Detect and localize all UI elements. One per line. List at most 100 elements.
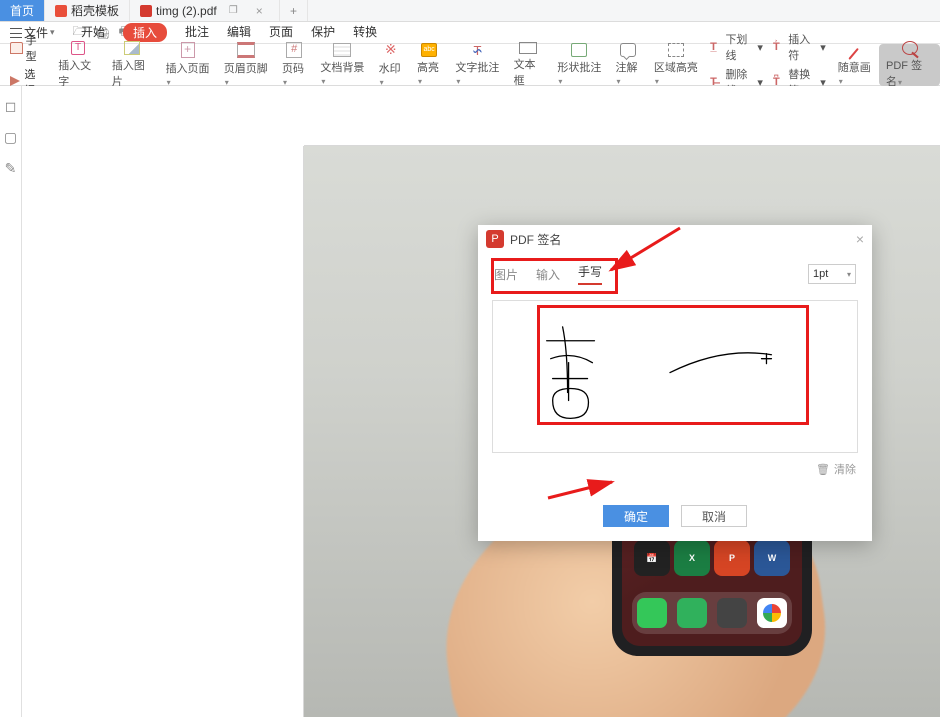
- app-word-icon: W: [754, 540, 790, 576]
- tab-template[interactable]: 稻壳模板: [45, 0, 130, 21]
- app-chrome-icon: [757, 598, 787, 628]
- freehand-button[interactable]: 随意画▾: [831, 44, 879, 86]
- sign-tab-image[interactable]: 图片: [494, 266, 518, 283]
- plus-icon: +: [290, 4, 297, 18]
- page-number-button[interactable]: 页码▾: [275, 44, 313, 86]
- area-highlight-label: 区域高亮: [654, 62, 698, 74]
- pdf-sign-label: PDF 签名: [886, 60, 922, 88]
- watermark-icon: ※: [381, 41, 401, 58]
- shape-annotate-button[interactable]: 形状批注 ▾: [550, 44, 608, 86]
- app-camera-icon: [717, 598, 747, 628]
- textbox-icon: [519, 42, 537, 54]
- highlight-label: 高亮: [417, 62, 439, 74]
- cancel-button[interactable]: 取消: [681, 505, 747, 527]
- text-icon: [71, 41, 85, 55]
- header-footer-icon: [237, 42, 255, 58]
- tab-home[interactable]: 首页: [0, 0, 45, 21]
- sign-tab-hand[interactable]: 手写: [578, 263, 602, 285]
- insert-char-button[interactable]: T͐插入符▾: [773, 31, 826, 63]
- text-annotate-label: 文字批注: [455, 62, 499, 74]
- dialog-titlebar[interactable]: P PDF 签名 ×: [478, 225, 872, 253]
- dock-draw-icon[interactable]: ✎: [5, 160, 17, 177]
- freehand-label: 随意画: [838, 62, 871, 74]
- highlight-button[interactable]: 高亮 ▾: [410, 44, 448, 86]
- dock-page-icon[interactable]: ▢: [4, 129, 17, 146]
- caret-icon: ▾: [847, 270, 851, 279]
- signature-canvas[interactable]: [492, 300, 858, 453]
- underline-button[interactable]: T̲下划线▾: [710, 31, 763, 63]
- watermark-label: 水印: [379, 63, 401, 75]
- tab-home-label: 首页: [10, 2, 34, 19]
- shape-icon: [571, 43, 587, 57]
- app-calendar-icon: 📅: [634, 540, 670, 576]
- line-width-select[interactable]: 1pt ▾: [808, 264, 856, 284]
- doc-bg-button[interactable]: 文档背景 ▾: [313, 44, 371, 86]
- tab-new[interactable]: +: [280, 0, 308, 21]
- signature-icon: [902, 41, 918, 55]
- ribbon-tab-protect[interactable]: 保护: [311, 23, 335, 42]
- tab-restore-icon[interactable]: ❐: [229, 5, 238, 16]
- insert-text-label: 插入文字: [58, 57, 98, 89]
- doc-icon: [55, 5, 67, 17]
- tab-template-label: 稻壳模板: [71, 2, 119, 19]
- caret-icon: ▾: [558, 77, 562, 86]
- app-powerpoint-icon: P: [714, 540, 750, 576]
- area-highlight-button[interactable]: 区域高亮 ▾: [647, 44, 705, 86]
- clear-signature[interactable]: 🗑 清除: [492, 457, 858, 481]
- ok-button[interactable]: 确定: [603, 505, 669, 527]
- ribbon-tab-edit[interactable]: 编辑: [227, 23, 251, 42]
- side-dock: ◻ ▢ ✎: [0, 86, 22, 717]
- note-button[interactable]: 注解▾: [609, 44, 647, 86]
- shape-annotate-label: 形状批注: [557, 62, 601, 74]
- caret-icon: ▾: [456, 77, 460, 86]
- insert-image-label: 插入图片: [112, 57, 152, 89]
- ok-label: 确定: [624, 508, 648, 525]
- dialog-close-icon[interactable]: ×: [856, 231, 864, 247]
- watermark-button[interactable]: ※ 水印▾: [372, 44, 410, 86]
- dock-bookmark-icon[interactable]: ◻: [5, 98, 17, 115]
- tab-close-icon[interactable]: ×: [256, 4, 263, 18]
- header-footer-button[interactable]: 页眉页脚▾: [217, 44, 275, 86]
- image-icon: [124, 41, 140, 55]
- text-annotate-button[interactable]: 文字批注 ▾: [448, 44, 506, 86]
- cancel-label: 取消: [702, 508, 726, 525]
- tab-file[interactable]: timg (2).pdf ❐ ×: [130, 0, 280, 21]
- page-plus-icon: [181, 42, 195, 58]
- sign-tab-input[interactable]: 输入: [536, 266, 560, 283]
- dialog-title: PDF 签名: [510, 231, 561, 248]
- textbox-button[interactable]: 文本框: [507, 44, 551, 86]
- underline-icon: T̲: [710, 41, 722, 53]
- ribbon-tab-insert[interactable]: 插入: [123, 23, 167, 42]
- ribbon-tab-annotate[interactable]: 批注: [185, 23, 209, 42]
- caret-icon: ▾: [617, 77, 621, 86]
- app-messages-icon: [637, 598, 667, 628]
- caret-icon: ▾: [321, 77, 325, 86]
- caret-icon: ▾: [820, 41, 826, 54]
- text-annotate-icon: [470, 43, 484, 57]
- insert-text-button[interactable]: 插入文字: [51, 44, 105, 86]
- app-phone-icon: [677, 598, 707, 628]
- insert-image-button[interactable]: 插入图片: [105, 44, 159, 86]
- area-highlight-icon: [668, 43, 684, 57]
- caret-icon: ▾: [655, 77, 659, 86]
- dialog-buttons: 确定 取消: [478, 493, 872, 541]
- app-logo-icon: P: [486, 230, 504, 248]
- insert-char-icon: T͐: [773, 41, 785, 53]
- menu-icon: [10, 28, 22, 38]
- insert-page-label: 插入页面: [166, 63, 210, 75]
- caret-icon: ▾: [418, 77, 422, 86]
- pdf-icon: [140, 5, 152, 17]
- highlight-icon: [421, 43, 437, 57]
- ribbon-tab-convert[interactable]: 转换: [353, 23, 377, 42]
- ribbon-tab-start[interactable]: 开始: [81, 23, 105, 42]
- insert-char-label: 插入符: [788, 31, 817, 63]
- insert-page-button[interactable]: 插入页面▾: [159, 44, 217, 86]
- header-footer-label: 页眉页脚: [224, 63, 268, 75]
- caret-icon: ▾: [757, 41, 763, 54]
- app-excel-icon: X: [674, 540, 710, 576]
- clear-label: 清除: [834, 461, 856, 477]
- pdf-sign-button[interactable]: PDF 签名▾: [879, 44, 940, 86]
- doc-bg-label: 文档背景: [320, 62, 364, 74]
- textbox-label: 文本框: [514, 56, 544, 88]
- ribbon-tab-page[interactable]: 页面: [269, 23, 293, 42]
